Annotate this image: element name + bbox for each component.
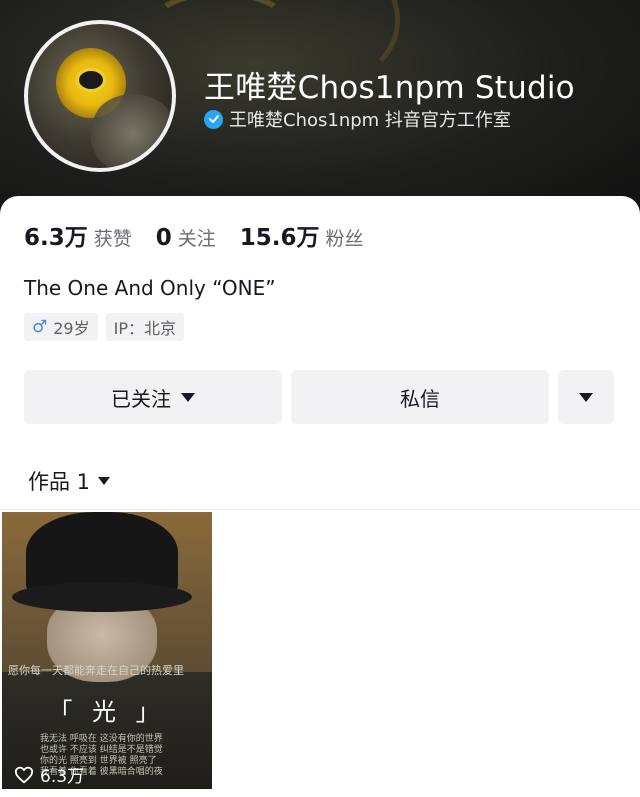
profile-tags: ♂ 29岁 IP：北京: [24, 313, 192, 341]
verification-text: 王唯楚Chos1npm 抖音官方工作室: [229, 110, 511, 131]
male-icon: ♂: [32, 317, 48, 337]
works-tab[interactable]: 作品 1: [28, 466, 111, 496]
profile-name: 王唯楚Chos1npm Studio: [204, 70, 575, 106]
more-options-button[interactable]: [558, 370, 614, 424]
header-decoration: [420, 0, 620, 60]
divider: [0, 509, 640, 510]
heart-icon: [14, 766, 34, 783]
stats-row: 6.3万 获赞 0 关注 15.6万 粉丝: [24, 218, 388, 252]
header-decoration: [150, 0, 290, 60]
stat-value: 0: [155, 225, 172, 251]
stat-label: 粉丝: [325, 228, 364, 250]
bio-text: The One And Only “ONE”: [24, 276, 276, 300]
caret-down-icon: [579, 392, 593, 402]
profile-card: 6.3万 获赞 0 关注 15.6万 粉丝 The One And Only “…: [0, 196, 640, 797]
stat-followers[interactable]: 15.6万 粉丝: [240, 218, 364, 252]
follow-button-label: 已关注: [111, 386, 171, 411]
ip-text: IP：北京: [113, 319, 176, 338]
stat-likes[interactable]: 6.3万 获赞: [24, 218, 132, 252]
age-text: 29岁: [53, 319, 90, 338]
stat-value: 6.3万: [24, 225, 88, 251]
stat-label: 关注: [177, 228, 216, 250]
stat-label: 获赞: [93, 228, 132, 250]
video-caption: 愿你每一天都能奔走在自己的热爱里: [8, 664, 184, 677]
message-button[interactable]: 私信: [291, 370, 549, 424]
video-title: 「 光 」: [48, 698, 166, 726]
likes-count: 6.3万: [40, 767, 85, 787]
ip-tag: IP：北京: [105, 313, 184, 341]
stat-following[interactable]: 0 关注: [156, 224, 216, 251]
follow-button[interactable]: 已关注: [24, 370, 282, 424]
caret-down-icon: [98, 477, 111, 485]
avatar[interactable]: [24, 20, 176, 172]
age-tag: ♂ 29岁: [24, 313, 98, 341]
message-button-label: 私信: [400, 386, 440, 411]
video-likes: 6.3万: [14, 762, 84, 787]
stat-value: 15.6万: [239, 225, 320, 251]
works-tab-label: 作品 1: [28, 470, 91, 494]
profile-header: 王唯楚Chos1npm Studio 王唯楚Chos1npm 抖音官方工作室: [0, 0, 640, 215]
video-thumbnail[interactable]: 愿你每一天都能奔走在自己的热爱里 「 光 」 我无法 呼吸在 这没有你的世界 也…: [2, 512, 212, 789]
caret-down-icon: [181, 392, 195, 402]
verified-check-icon: [204, 109, 223, 129]
verification-line: 王唯楚Chos1npm 抖音官方工作室: [204, 106, 511, 132]
